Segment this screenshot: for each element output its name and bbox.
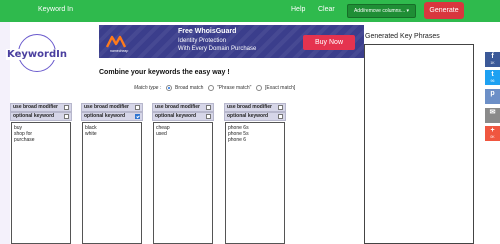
more-icon: +	[490, 127, 495, 134]
facebook-share-button[interactable]: f 1K	[485, 52, 500, 67]
broad-modifier-label: use broad modifier	[84, 104, 130, 110]
optional-keyword-checkbox[interactable]	[135, 114, 140, 119]
facebook-icon: f	[491, 53, 494, 60]
ad-headline: Free WhoisGuard	[178, 28, 237, 35]
generated-phrases-output[interactable]	[364, 44, 474, 244]
broad-modifier-label: use broad modifier	[227, 104, 273, 110]
twitter-share-count: 96	[490, 79, 495, 83]
twitter-icon: t	[491, 71, 494, 78]
broad-modifier-option: use broad modifier	[224, 103, 286, 112]
optional-keyword-checkbox[interactable]	[206, 114, 211, 119]
broad-match-radio[interactable]	[166, 85, 172, 91]
optional-keyword-option: optional keyword	[10, 112, 72, 121]
keyword-textarea[interactable]: cheap used	[153, 122, 213, 244]
facebook-share-count: 1K	[490, 61, 495, 65]
site-logo[interactable]: KeywordIn	[6, 34, 68, 74]
buy-now-button[interactable]: Buy Now	[303, 35, 355, 50]
optional-keyword-option: optional keyword	[224, 112, 286, 121]
keyword-textarea[interactable]: buy shop for purchase	[11, 122, 71, 244]
keyword-column-1: use broad modifier optional keyword buy …	[10, 103, 72, 244]
keyword-textarea[interactable]: phone 6s phone 5s phone 6	[225, 122, 285, 244]
broad-modifier-checkbox[interactable]	[64, 105, 69, 110]
optional-keyword-label: optional keyword	[155, 113, 197, 119]
email-share-button[interactable]: ✉	[485, 108, 500, 123]
optional-keyword-label: optional keyword	[13, 113, 55, 119]
generated-phrases-title: Generated Key Phrases	[365, 33, 440, 40]
keyword-line: white	[85, 131, 97, 137]
exact-match-label: [Exact match]	[265, 85, 296, 91]
optional-keyword-label: optional keyword	[84, 113, 126, 119]
optional-keyword-label: optional keyword	[227, 113, 269, 119]
phrase-match-label: "Phrase match"	[217, 85, 252, 91]
more-share-button[interactable]: + 0K	[485, 126, 500, 141]
exact-match-radio[interactable]	[256, 85, 262, 91]
keyword-line: purchase	[14, 137, 35, 143]
broad-match-label: Broad match	[175, 85, 204, 91]
keyword-column-2: use broad modifier optional keyword blac…	[81, 103, 143, 244]
optional-keyword-option: optional keyword	[152, 112, 214, 121]
help-link[interactable]: Help	[291, 6, 305, 13]
logo-text: KeywordIn	[6, 49, 68, 60]
broad-modifier-option: use broad modifier	[10, 103, 72, 112]
keyword-column-3: use broad modifier optional keyword chea…	[152, 103, 214, 244]
generate-button[interactable]: Generate	[424, 2, 464, 19]
email-icon: ✉	[489, 109, 496, 116]
match-type-label: Match type :	[134, 85, 162, 91]
keyword-column-4: use broad modifier optional keyword phon…	[224, 103, 286, 244]
optional-keyword-checkbox[interactable]	[64, 114, 69, 119]
keyword-textarea[interactable]: black white	[82, 122, 142, 244]
keyword-line: used	[156, 131, 167, 137]
keyword-line: phone 6	[228, 137, 247, 143]
broad-modifier-label: use broad modifier	[13, 104, 59, 110]
twitter-share-button[interactable]: t 96	[485, 70, 500, 85]
chevron-down-icon: ▾	[406, 8, 410, 14]
ad-logo-name: namecheap	[110, 49, 129, 53]
broad-modifier-checkbox[interactable]	[135, 105, 140, 110]
broad-modifier-checkbox[interactable]	[206, 105, 211, 110]
broad-modifier-option: use broad modifier	[81, 103, 143, 112]
more-share-count: 0K	[490, 135, 495, 139]
pinterest-share-button[interactable]: p	[485, 89, 500, 104]
brand-link[interactable]: Keyword In	[38, 6, 73, 13]
page-headline: Combine your keywords the easy way !	[99, 69, 230, 76]
broad-modifier-label: use broad modifier	[155, 104, 201, 110]
phrase-match-radio[interactable]	[208, 85, 214, 91]
optional-keyword-option: optional keyword	[81, 112, 143, 121]
namecheap-logo-icon	[105, 35, 127, 48]
add-remove-columns-button[interactable]: Add/remove columns... ▾	[347, 4, 416, 18]
pinterest-icon: p	[490, 90, 495, 97]
broad-modifier-checkbox[interactable]	[278, 105, 283, 110]
add-remove-columns-label: Add/remove columns...	[353, 8, 406, 14]
top-navbar: Keyword In Help Clear Add/remove columns…	[0, 0, 500, 22]
broad-modifier-option: use broad modifier	[152, 103, 214, 112]
clear-link[interactable]: Clear	[318, 6, 335, 13]
optional-keyword-checkbox[interactable]	[278, 114, 283, 119]
ad-subline: Identity Protection	[178, 38, 227, 44]
ad-subline-2: With Every Domain Purchase	[178, 46, 257, 52]
